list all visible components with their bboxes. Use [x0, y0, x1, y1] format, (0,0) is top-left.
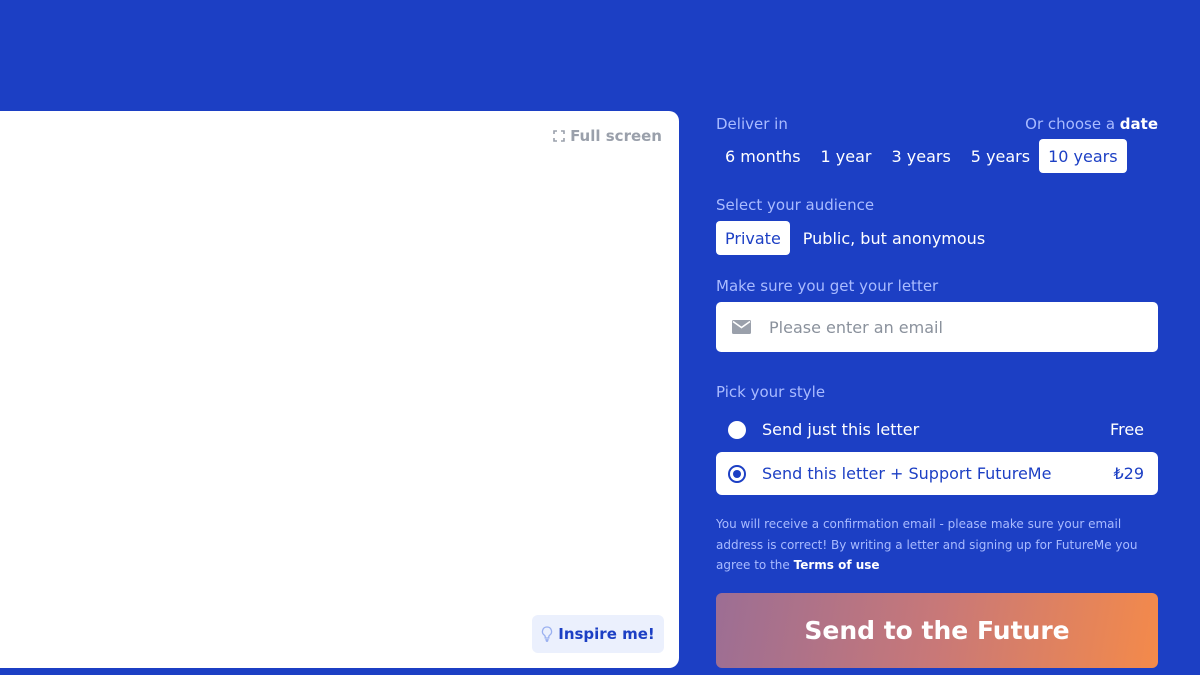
envelope-icon	[732, 320, 751, 334]
inspire-me-label: Inspire me!	[558, 625, 655, 643]
choose-date-link[interactable]: date	[1120, 115, 1158, 133]
lightbulb-icon	[541, 626, 553, 642]
fullscreen-label: Full screen	[570, 127, 662, 145]
audience-option-public[interactable]: Public, but anonymous	[794, 221, 994, 255]
choose-date-prefix: Or choose a	[1025, 115, 1116, 133]
inspire-me-button[interactable]: Inspire me!	[532, 615, 664, 653]
style-option-price: ₺29	[1113, 464, 1144, 483]
radio-support[interactable]	[728, 464, 746, 483]
notice-text: You will receive a confirmation email - …	[716, 517, 1138, 572]
fullscreen-button[interactable]: Full screen	[553, 126, 662, 146]
delivery-option-1-year[interactable]: 1 year	[812, 139, 881, 173]
delivery-section: Deliver in Or choose a date 6 months 1 y…	[716, 115, 1158, 175]
email-label: Make sure you get your letter	[716, 277, 939, 295]
audience-section: Select your audience Private Public, but…	[716, 196, 1158, 258]
style-option-letter-only[interactable]: Send just this letter Free	[716, 408, 1158, 451]
style-option-price: Free	[1110, 420, 1144, 439]
audience-option-private[interactable]: Private	[716, 221, 790, 255]
audience-label: Select your audience	[716, 196, 875, 214]
delivery-label: Deliver in	[716, 115, 788, 133]
choose-date: Or choose a date	[1025, 115, 1158, 133]
email-field[interactable]	[716, 302, 1158, 352]
delivery-option-5-years[interactable]: 5 years	[962, 139, 1039, 173]
letter-editor[interactable]: Full screen Inspire me!	[0, 111, 679, 668]
radio-letter-only[interactable]	[728, 420, 746, 439]
style-section: Pick your style Send just this letter Fr…	[716, 383, 1158, 497]
terms-of-use-link[interactable]: Terms of use	[794, 558, 880, 572]
delivery-option-10-years[interactable]: 10 years	[1039, 139, 1127, 173]
style-label: Pick your style	[716, 383, 826, 401]
audience-options: Private Public, but anonymous	[716, 221, 994, 255]
style-option-text: Send just this letter	[762, 420, 920, 439]
submit-section: Send to the Future	[716, 593, 1158, 668]
send-to-future-button[interactable]: Send to the Future	[716, 593, 1158, 668]
delivery-option-3-years[interactable]: 3 years	[883, 139, 960, 173]
confirmation-notice: You will receive a confirmation email - …	[716, 514, 1158, 576]
fullscreen-icon	[553, 130, 565, 142]
style-option-text: Send this letter + Support FutureMe	[762, 464, 1052, 483]
notice-section: You will receive a confirmation email - …	[716, 514, 1158, 578]
delivery-option-6-months[interactable]: 6 months	[716, 139, 810, 173]
style-option-support[interactable]: Send this letter + Support FutureMe ₺29	[716, 452, 1158, 495]
email-section: Make sure you get your letter	[716, 277, 1158, 353]
email-input[interactable]	[767, 316, 1131, 338]
delivery-options: 6 months 1 year 3 years 5 years 10 years	[716, 139, 1127, 173]
